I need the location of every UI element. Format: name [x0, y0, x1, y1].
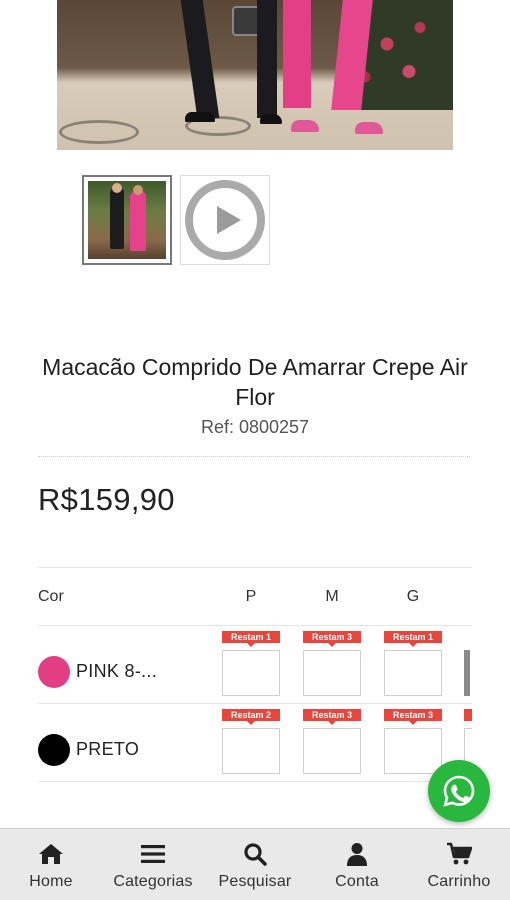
image-detail	[291, 120, 319, 132]
play-triangle	[216, 206, 241, 234]
quantity-input-preto-g[interactable]	[384, 728, 442, 774]
whatsapp-button[interactable]	[428, 760, 490, 822]
nav-item-search[interactable]: Pesquisar	[204, 829, 306, 900]
nav-item-categories[interactable]: Categorias	[102, 829, 204, 900]
image-detail	[112, 183, 122, 193]
color-swatch-pink	[38, 656, 70, 688]
table-divider	[38, 625, 472, 626]
nav-item-home[interactable]: Home	[0, 829, 102, 900]
product-main-image[interactable]	[57, 0, 453, 150]
column-header-color: Cor	[38, 588, 64, 605]
color-name: PRETO	[76, 739, 140, 759]
stock-badge: Restam 3	[303, 709, 361, 725]
image-detail	[130, 191, 146, 251]
product-price: R$159,90	[38, 482, 175, 517]
image-detail	[283, 0, 311, 108]
nav-label: Pesquisar	[218, 873, 292, 890]
image-detail	[110, 187, 124, 249]
nav-item-account[interactable]: Conta	[306, 829, 408, 900]
quantity-input-preto-m[interactable]	[303, 728, 361, 774]
stock-badge-partial	[464, 709, 472, 721]
horizontal-scroll-handle[interactable]	[464, 650, 470, 696]
quantity-input-pink-m[interactable]	[303, 650, 361, 696]
image-detail	[260, 114, 282, 124]
quantity-input-pink-g[interactable]	[384, 650, 442, 696]
thumbnail-video[interactable]	[180, 175, 270, 265]
column-header-size: M	[325, 588, 339, 605]
nav-label: Categorias	[113, 873, 193, 890]
image-detail	[257, 0, 277, 118]
stock-badge: Restam 1	[384, 631, 442, 647]
quantity-input-preto-p[interactable]	[222, 728, 280, 774]
whatsapp-icon	[443, 775, 475, 807]
thumbnail-photo[interactable]	[82, 175, 172, 265]
stock-badge: Restam 2	[222, 709, 280, 725]
column-header-size: G	[406, 588, 420, 605]
table-divider	[38, 567, 472, 568]
thumbnail-photo-image	[88, 181, 166, 259]
quantity-input-pink-p[interactable]	[222, 650, 280, 696]
stock-badge: Restam 3	[384, 709, 442, 725]
cart-icon	[446, 841, 472, 867]
image-detail	[59, 120, 139, 144]
image-detail	[133, 185, 143, 195]
column-header-size: P	[245, 588, 257, 605]
stock-badge: Restam 1	[222, 631, 280, 647]
table-divider	[38, 703, 472, 704]
product-title: Macacão Comprido De Amarrar Crepe Air Fl…	[42, 354, 468, 410]
color-swatch-black	[38, 734, 70, 766]
play-icon	[185, 180, 265, 260]
color-name: PINK 8-...	[76, 661, 158, 681]
user-icon	[346, 841, 368, 867]
search-icon	[243, 841, 267, 867]
stock-badge: Restam 3	[303, 631, 361, 647]
menu-icon	[141, 841, 165, 867]
nav-item-cart[interactable]: Carrinho	[408, 829, 510, 900]
divider	[38, 456, 470, 457]
image-detail	[355, 122, 383, 134]
bottom-nav: Home Categorias Pesquisar Conta Carrinho	[0, 828, 510, 900]
nav-label: Home	[29, 873, 73, 890]
home-icon	[38, 841, 64, 867]
nav-label: Conta	[335, 873, 379, 890]
image-detail	[185, 112, 215, 122]
nav-label: Carrinho	[427, 873, 491, 890]
product-ref: Ref: 0800257	[200, 417, 310, 437]
table-divider	[38, 781, 472, 782]
